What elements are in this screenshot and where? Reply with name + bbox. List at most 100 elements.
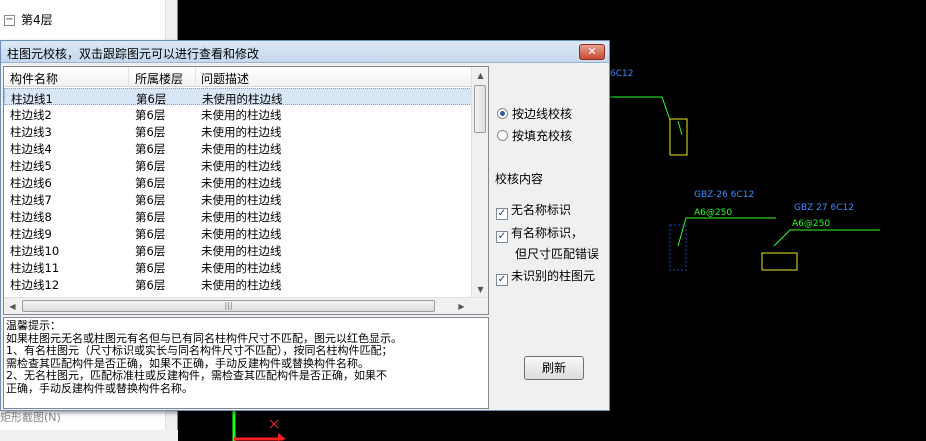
list-rows: 柱边线1 第6层 未使用的柱边线 柱边线2 第6层 未使用的柱边线 柱边线3 第6层 未使用的柱…: [4, 88, 472, 292]
cell-floor: 第6层: [135, 108, 166, 122]
cad-leader-line: [610, 96, 671, 121]
cell-name: 柱边线4: [10, 142, 52, 156]
checkbox-label: 无名称标识: [511, 203, 572, 217]
collapse-icon[interactable]: −: [4, 15, 15, 26]
checkbox-no-name[interactable]: ✓ 无名称标识: [496, 201, 571, 220]
cell-issue: 未使用的柱边线: [201, 193, 282, 207]
axis-x-arrow: [278, 433, 286, 441]
cell-issue: 未使用的柱边线: [201, 176, 282, 190]
options-pane: 按边线校核 按填充校核 校核内容 ✓ 无名称标识 ✓ 有名称标识， 但尺寸匹配错误 …: [491, 63, 609, 410]
close-button[interactable]: ✕: [579, 44, 605, 60]
column-check-dialog: 柱图元校核，双击跟踪图元可以进行查看和修改 ✕ 构件名称 所属楼层 问题描述 柱…: [0, 40, 610, 411]
cell-name: 柱边线6: [10, 176, 52, 190]
cad-label: A6@250: [694, 208, 733, 218]
close-icon: [269, 419, 279, 429]
hint-line: 温馨提示：: [6, 319, 61, 332]
cell-floor: 第6层: [135, 261, 166, 275]
cell-name: 柱边线11: [10, 261, 60, 275]
radio-unselected-icon[interactable]: [497, 130, 508, 141]
table-row[interactable]: 柱边线4 第6层 未使用的柱边线: [4, 139, 472, 156]
issue-list[interactable]: 构件名称 所属楼层 问题描述 柱边线1 第6层 未使用的柱边线 柱边线2 第6层 未使用的…: [3, 66, 489, 315]
cell-issue: 未使用的柱边线: [201, 227, 282, 241]
dialog-title: 柱图元校核，双击跟踪图元可以进行查看和修改: [7, 47, 260, 61]
radio-check-by-fill[interactable]: 按填充校核: [497, 127, 572, 144]
check-content-label: 校核内容: [495, 172, 544, 186]
screenshot-tab[interactable]: 矩形截图(N): [0, 409, 61, 425]
horizontal-scroll-thumb[interactable]: |||: [22, 300, 435, 312]
cell-issue: 未使用的柱边线: [201, 159, 282, 173]
radio-selected-icon[interactable]: [497, 108, 508, 119]
hint-line: 2、无名柱图元，匹配标准柱或反建构件，需检查其匹配构件是否正确，如果不: [6, 369, 387, 382]
scroll-right-icon[interactable]: ▶: [453, 298, 470, 315]
radio-label: 按边线校核: [512, 107, 573, 121]
cell-floor: 第6层: [135, 193, 166, 207]
cad-leader-line: [677, 217, 776, 247]
dialog-titlebar[interactable]: 柱图元校核，双击跟踪图元可以进行查看和修改 ✕: [1, 41, 609, 63]
cell-floor: 第6层: [135, 125, 166, 139]
cell-name: 柱边线9: [10, 227, 52, 241]
cad-column-outline: [761, 252, 798, 271]
scroll-down-icon[interactable]: ▼: [472, 281, 489, 298]
table-row[interactable]: 柱边线10 第6层 未使用的柱边线: [4, 241, 472, 258]
cell-floor: 第6层: [135, 210, 166, 224]
vertical-scrollbar[interactable]: ▲ ▼: [471, 67, 488, 298]
cell-name: 柱边线5: [10, 159, 52, 173]
table-row[interactable]: 柱边线3 第6层 未使用的柱边线: [4, 122, 472, 139]
cell-floor: 第6层: [135, 159, 166, 173]
hint-line: 正确，手动反建构件或替换构件名称。: [6, 381, 193, 395]
cell-issue: 未使用的柱边线: [201, 261, 282, 275]
checkbox-checked-icon[interactable]: ✓: [496, 231, 508, 243]
column-header-name[interactable]: 构件名称: [10, 70, 58, 87]
table-row[interactable]: 柱边线8 第6层 未使用的柱边线: [4, 207, 472, 224]
cell-issue: 未使用的柱边线: [201, 278, 282, 292]
tree-item-floor4[interactable]: − 第4层: [4, 11, 53, 28]
radio-label: 按填充校核: [512, 129, 573, 143]
cell-floor: 第6层: [135, 176, 166, 190]
table-row[interactable]: 柱边线11 第6层 未使用的柱边线: [4, 258, 472, 275]
cell-issue: 未使用的柱边线: [201, 108, 282, 122]
cell-issue: 未使用的柱边线: [201, 142, 282, 156]
table-row[interactable]: 柱边线1 第6层 未使用的柱边线: [4, 88, 472, 106]
cell-name: 柱边线2: [10, 108, 52, 122]
radio-check-by-edge[interactable]: 按边线校核: [497, 105, 572, 122]
table-row[interactable]: 柱边线9 第6层 未使用的柱边线: [4, 224, 472, 241]
cad-column-edge: [677, 120, 683, 136]
cell-name: 柱边线7: [10, 193, 52, 207]
column-header-floor[interactable]: 所属楼层: [135, 70, 183, 87]
checkbox-label: 未识别的柱图元: [511, 269, 596, 283]
table-row[interactable]: 柱边线12 第6层 未使用的柱边线: [4, 275, 472, 292]
cell-floor: 第6层: [135, 227, 166, 241]
column-header-issue[interactable]: 问题描述: [201, 70, 249, 87]
checkbox-name-size-mismatch[interactable]: ✓ 有名称标识，: [496, 224, 583, 243]
scroll-up-icon[interactable]: ▲: [472, 67, 489, 84]
cell-floor: 第6层: [135, 278, 166, 292]
horizontal-scrollbar[interactable]: ◀ ||| ▶: [4, 297, 488, 314]
tree-item-label: 第4层: [21, 13, 53, 27]
cad-column-outline: [669, 224, 687, 271]
table-row[interactable]: 柱边线2 第6层 未使用的柱边线: [4, 105, 472, 122]
cad-label: 6C12: [610, 69, 634, 79]
cell-floor: 第6层: [135, 142, 166, 156]
checkbox-unrecognized[interactable]: ✓ 未识别的柱图元: [496, 267, 595, 286]
scroll-left-icon[interactable]: ◀: [4, 298, 21, 315]
checkbox-checked-icon[interactable]: ✓: [496, 274, 508, 286]
cell-issue: 未使用的柱边线: [201, 244, 282, 258]
hint-box: 温馨提示： 如果柱图元无名或柱图元有名但与已有同名柱构件尺寸不匹配，图元以红色显…: [3, 317, 489, 409]
vertical-scroll-thumb[interactable]: [474, 85, 486, 133]
table-row[interactable]: 柱边线6 第6层 未使用的柱边线: [4, 173, 472, 190]
cell-issue: 未使用的柱边线: [201, 210, 282, 224]
table-row[interactable]: 柱边线5 第6层 未使用的柱边线: [4, 156, 472, 173]
cad-label: A6@250: [792, 219, 831, 229]
list-header: 构件名称 所属楼层 问题描述: [4, 67, 472, 87]
table-row[interactable]: 柱边线7 第6层 未使用的柱边线: [4, 190, 472, 207]
checkbox-checked-icon[interactable]: ✓: [496, 208, 508, 220]
cell-issue: 未使用的柱边线: [201, 125, 282, 139]
cell-name: 柱边线10: [10, 244, 60, 258]
cell-name: 柱边线12: [10, 278, 60, 292]
cell-name: 柱边线8: [10, 210, 52, 224]
close-icon: ✕: [587, 45, 597, 58]
refresh-button[interactable]: 刷新: [524, 356, 584, 380]
cell-floor: 第6层: [135, 244, 166, 258]
checkbox-label: 有名称标识，: [511, 226, 584, 240]
cad-leader-line: [773, 229, 880, 247]
